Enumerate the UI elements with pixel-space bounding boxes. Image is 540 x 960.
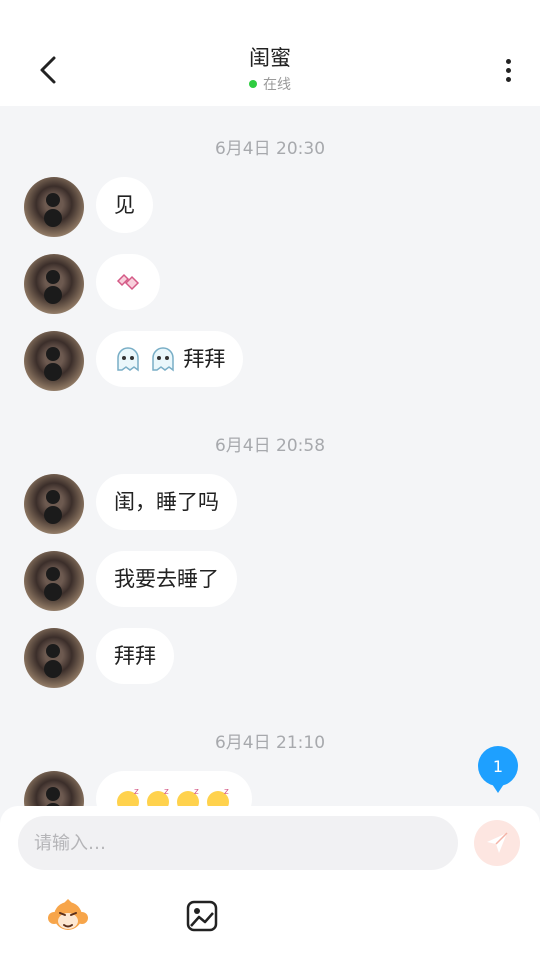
svg-text:z: z	[194, 787, 199, 797]
svg-text:z: z	[224, 787, 229, 797]
image-button[interactable]	[180, 894, 224, 938]
more-options-button[interactable]	[496, 52, 520, 88]
message-list[interactable]: 6月4日 20:30 见 拜拜 6月4日 20:58 闺，睡了吗 我要去睡了 拜…	[0, 106, 540, 806]
message-row: 拜拜	[24, 331, 244, 391]
image-icon	[186, 900, 218, 932]
timestamp: 6月4日 20:30	[214, 139, 326, 159]
message-text: 拜拜	[183, 347, 226, 371]
message-bubble[interactable]: z z z z	[96, 771, 252, 806]
message-bubble[interactable]: 闺，睡了吗	[96, 474, 237, 530]
sticker-button[interactable]	[46, 894, 90, 938]
contact-name: 闺蜜	[249, 46, 291, 70]
message-row: 我要去睡了	[24, 551, 237, 611]
message-bubble[interactable]: 我要去睡了	[96, 551, 237, 607]
chat-header: 闺蜜 在线	[0, 0, 540, 106]
svg-text:z: z	[134, 787, 139, 797]
monkey-sticker-icon	[48, 899, 88, 930]
more-vertical-icon	[505, 58, 511, 64]
message-text: 我要去睡了	[114, 567, 219, 591]
timestamp: 6月4日 20:58	[214, 436, 326, 456]
avatar[interactable]	[24, 177, 84, 237]
presence-label: 在线	[263, 77, 291, 93]
message-row: 闺，睡了吗	[24, 474, 237, 534]
message-bubble[interactable]	[96, 254, 160, 310]
message-text: 闺，睡了吗	[114, 490, 219, 514]
avatar[interactable]	[24, 771, 84, 806]
send-button[interactable]	[474, 820, 520, 866]
svg-text:z: z	[164, 787, 169, 797]
online-dot-icon	[249, 80, 257, 88]
presence-status: 在线	[0, 74, 540, 94]
timestamp: 6月4日 21:10	[214, 733, 326, 753]
avatar[interactable]	[24, 474, 84, 534]
message-bubble[interactable]: 拜拜	[96, 628, 174, 684]
message-input[interactable]	[32, 831, 456, 855]
avatar[interactable]	[24, 254, 84, 314]
avatar[interactable]	[24, 331, 84, 391]
sleeping-face-icon: z z z z	[117, 787, 229, 806]
ghost-icon	[117, 347, 139, 372]
composer-bar	[0, 806, 540, 960]
unread-count-badge[interactable]: 1	[478, 746, 518, 793]
ghost-icon	[151, 347, 174, 372]
message-row	[24, 254, 160, 314]
message-text: 见	[114, 193, 135, 217]
avatar[interactable]	[24, 628, 84, 688]
message-row: z z z z	[24, 771, 252, 806]
waving-hands-icon	[116, 273, 140, 291]
message-text: 拜拜	[114, 644, 156, 668]
message-row: 拜拜	[24, 628, 174, 688]
contact-title-block: 闺蜜 在线	[0, 44, 540, 94]
message-bubble[interactable]: 见	[96, 177, 153, 233]
message-row: 见	[24, 177, 153, 237]
message-bubble[interactable]: 拜拜	[96, 331, 244, 387]
avatar[interactable]	[24, 551, 84, 611]
message-input-wrapper[interactable]	[18, 816, 458, 870]
paper-plane-icon	[487, 832, 508, 853]
